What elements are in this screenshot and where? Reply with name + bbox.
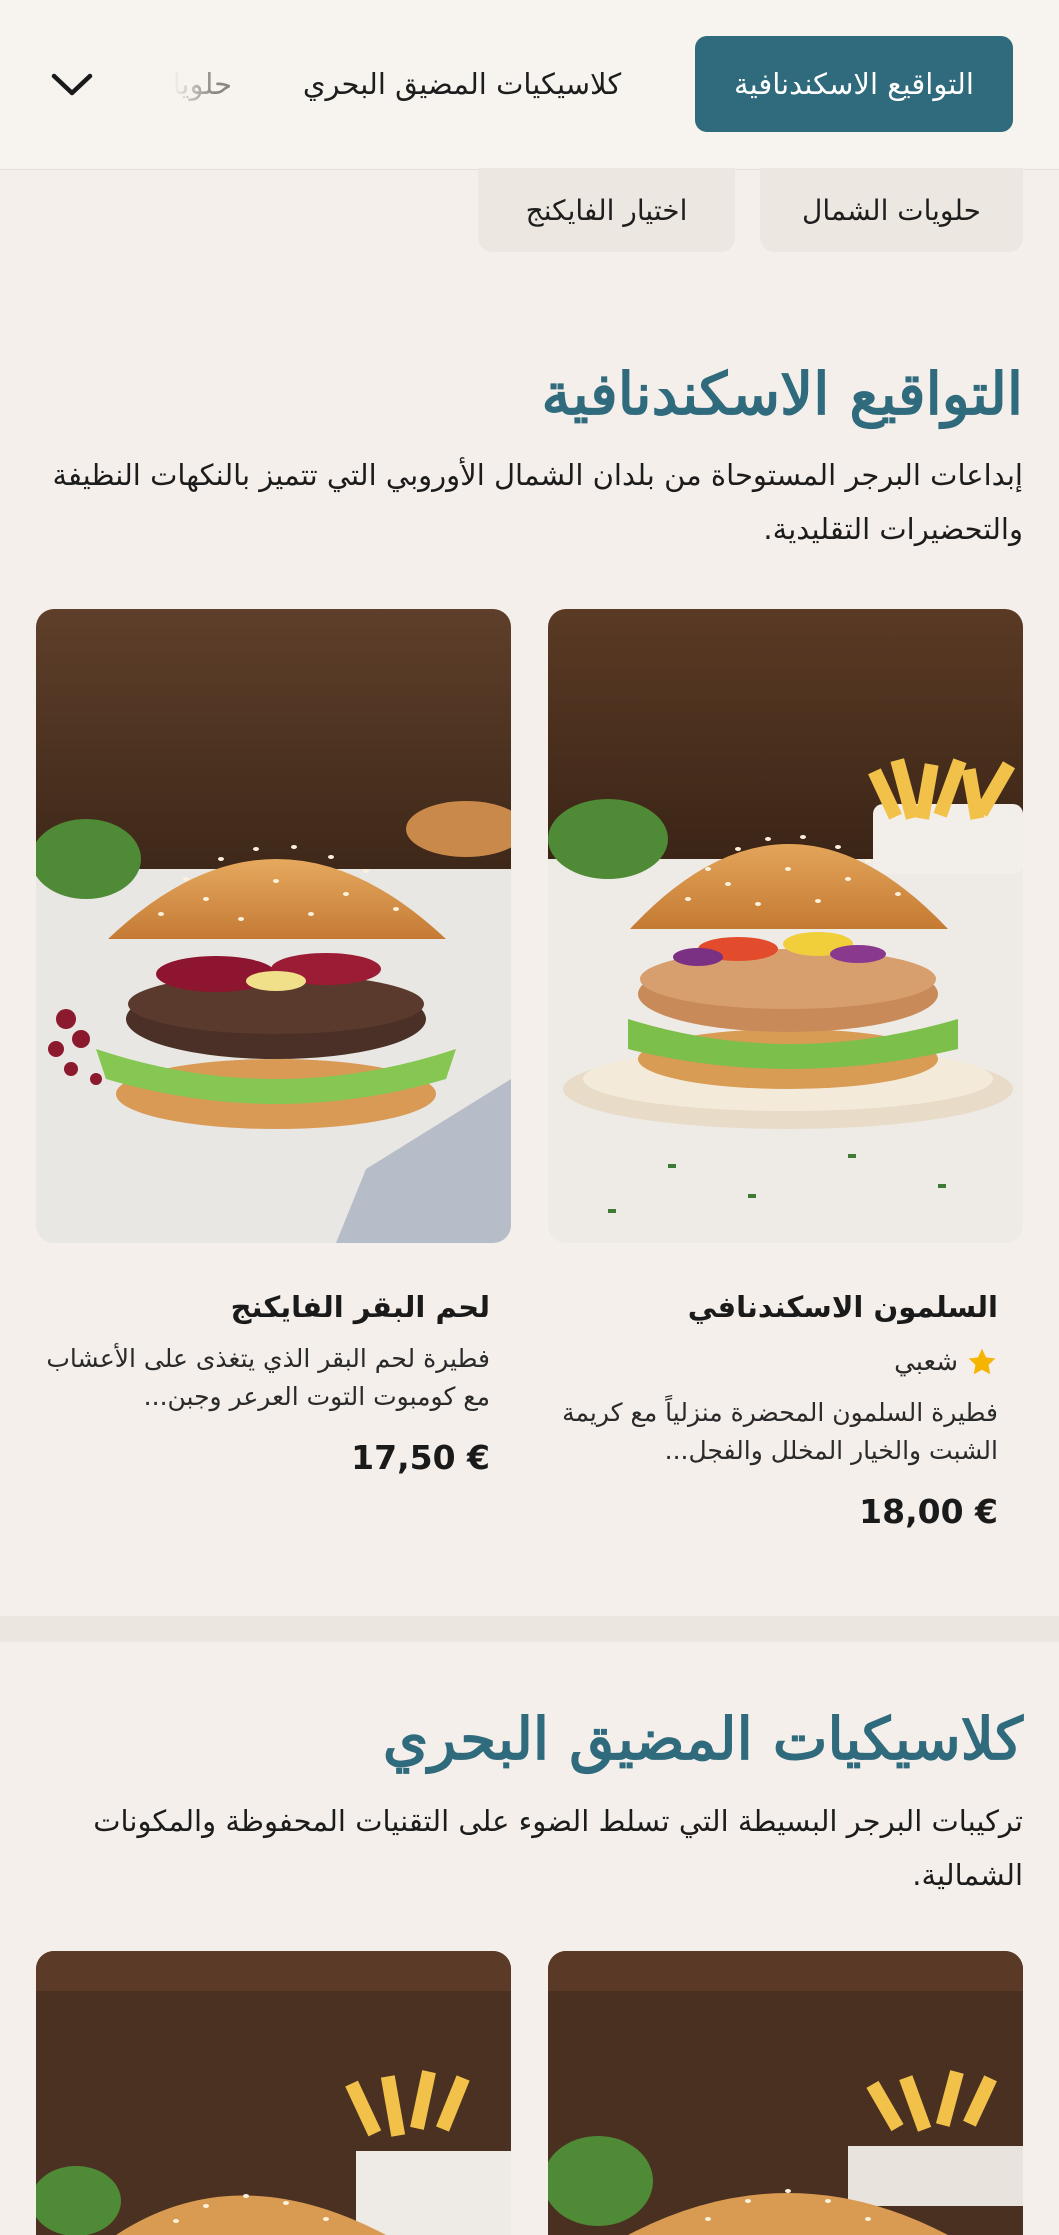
subtab-label: اختيار الفايكنج	[525, 193, 688, 227]
chevron-down-icon[interactable]	[40, 58, 104, 112]
tab-fjord-classics[interactable]: كلاسيكيات المضيق البحري	[282, 36, 642, 132]
burger-image[interactable]	[36, 1951, 511, 2235]
tab-nordic-desserts-partial[interactable]: حلويا	[122, 36, 232, 132]
popular-badge: شعبي	[548, 1346, 998, 1378]
item-description: فطيرة السلمون المحضرة منزلياً مع كريمة ا…	[562, 1398, 998, 1465]
subtab-viking-choice[interactable]: اختيار الفايكنج	[478, 168, 735, 252]
viking-beef-burger-image[interactable]	[36, 609, 511, 1243]
burger-image[interactable]	[548, 1951, 1023, 2235]
menu-item-salmon[interactable]: السلمون الاسكندنافي شعبي فطيرة السلمون ا…	[548, 1290, 998, 1531]
tab-label: كلاسيكيات المضيق البحري	[302, 67, 622, 101]
item-price: 17,50 €	[351, 1438, 490, 1477]
tab-scandinavian-signatures[interactable]: التواقيع الاسكندنافية	[695, 36, 1013, 132]
tab-label: حلويا	[172, 67, 232, 101]
tab-label: التواقيع الاسكندنافية	[734, 67, 974, 101]
subtab-nordic-desserts[interactable]: حلويات الشمال	[760, 168, 1023, 252]
badge-label: شعبي	[894, 1347, 958, 1377]
category-nav-bar: التواقيع الاسكندنافية كلاسيكيات المضيق ا…	[0, 0, 1059, 170]
section-divider	[0, 1616, 1059, 1642]
section-title: كلاسيكيات المضيق البحري	[382, 1705, 1023, 1773]
item-name: السلمون الاسكندنافي	[687, 1290, 998, 1324]
menu-item-viking-beef[interactable]: لحم البقر الفايكنج فطيرة لحم البقر الذي …	[40, 1290, 490, 1477]
star-icon	[968, 1348, 996, 1375]
item-price: 18,00 €	[859, 1492, 998, 1531]
section-title: التواقيع الاسكندنافية	[541, 360, 1023, 428]
salmon-burger-image[interactable]	[548, 609, 1023, 1243]
section-description: إبداعات البرجر المستوحاة من بلدان الشمال…	[52, 458, 1023, 546]
section-description: تركيبات البرجر البسيطة التي تسلط الضوء ع…	[93, 1804, 1023, 1892]
item-name: لحم البقر الفايكنج	[230, 1290, 490, 1324]
subtab-label: حلويات الشمال	[802, 193, 981, 227]
item-description: فطيرة لحم البقر الذي يتغذى على الأعشاب م…	[46, 1344, 490, 1411]
